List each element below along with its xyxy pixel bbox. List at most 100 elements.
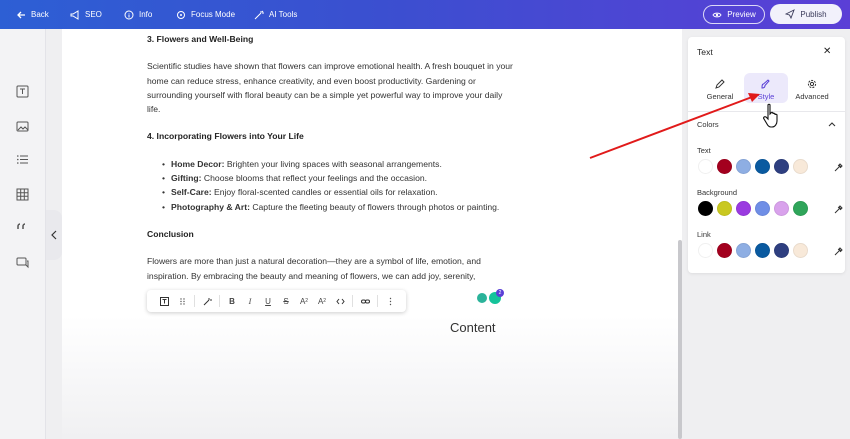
list-item: Home Decor: Brighten your living spaces …	[162, 157, 517, 172]
back-button[interactable]: Back	[16, 0, 49, 29]
ai-wand-icon[interactable]	[198, 292, 216, 310]
color-swatch[interactable]	[717, 159, 732, 174]
info-label: Info	[139, 10, 153, 19]
content-section-label: Content	[450, 320, 496, 335]
ai-tools-button[interactable]: AI Tools	[254, 0, 297, 29]
color-swatch[interactable]	[736, 159, 751, 174]
color-swatch[interactable]	[736, 243, 751, 258]
focus-mode-button[interactable]: Focus Mode	[176, 0, 235, 29]
color-swatch[interactable]	[774, 159, 789, 174]
color-swatch[interactable]	[736, 201, 751, 216]
magic-wand-icon	[254, 10, 264, 19]
list-item: Gifting: Choose blooms that reflect your…	[162, 171, 517, 186]
table-block-icon[interactable]	[14, 186, 31, 203]
divider	[219, 295, 220, 307]
background-color-swatches	[698, 201, 808, 216]
back-label: Back	[31, 10, 49, 19]
seo-button[interactable]: SEO	[70, 0, 102, 29]
subscript-icon[interactable]: A2	[313, 292, 331, 310]
panel-tabs: General Style Advanced	[688, 73, 845, 105]
more-options-icon[interactable]	[381, 292, 399, 310]
eyedropper-icon[interactable]	[834, 247, 843, 256]
hand-cursor-icon	[763, 103, 778, 128]
code-icon[interactable]	[331, 292, 349, 310]
color-swatch[interactable]	[755, 201, 770, 216]
tab-label: Style	[757, 92, 775, 101]
ai-tools-label: AI Tools	[269, 10, 298, 19]
document-content[interactable]: 3. Flowers and Well-Being Scientific stu…	[147, 32, 517, 296]
paragraph: Flowers are more than just a natural dec…	[147, 256, 481, 281]
preview-button[interactable]: Preview	[703, 5, 765, 24]
background-color-label: Background	[697, 188, 738, 197]
info-icon	[124, 10, 134, 19]
gear-icon	[807, 79, 817, 89]
chevron-left-icon	[51, 230, 57, 240]
grammarly-widget[interactable]: 2	[476, 289, 504, 305]
focus-mode-label: Focus Mode	[191, 10, 236, 19]
scrollbar[interactable]	[678, 240, 682, 439]
tab-label: Advanced	[795, 92, 829, 101]
italic-icon[interactable]: I	[241, 292, 259, 310]
brush-icon	[761, 79, 770, 89]
color-swatch[interactable]	[755, 243, 770, 258]
chevron-up-icon[interactable]	[828, 121, 836, 127]
color-swatch[interactable]	[774, 201, 789, 216]
publish-button[interactable]: Publish	[770, 4, 842, 24]
image-block-icon[interactable]	[14, 118, 31, 135]
list-item: Self-Care: Enjoy floral-scented candles …	[162, 185, 517, 200]
collapse-sidebar-button[interactable]	[46, 210, 62, 260]
top-toolbar: Back SEO Info Focus Mode AI Tools Previe…	[0, 0, 850, 29]
left-sidebar	[0, 29, 46, 439]
divider	[194, 295, 195, 307]
close-icon[interactable]: ✕	[823, 46, 831, 57]
format-toolbar: B I U S A2 A2	[147, 290, 406, 312]
info-button[interactable]: Info	[124, 0, 152, 29]
tab-style[interactable]: Style	[744, 73, 788, 103]
color-swatch[interactable]	[793, 243, 808, 258]
pencil-icon	[715, 79, 725, 89]
link-icon[interactable]	[356, 292, 374, 310]
section-heading: 4. Incorporating Flowers into Your Life	[147, 131, 304, 142]
color-swatch[interactable]	[717, 243, 732, 258]
color-swatch[interactable]	[698, 159, 713, 174]
eyedropper-icon[interactable]	[834, 205, 843, 214]
bold-icon[interactable]: B	[223, 292, 241, 310]
quote-block-icon[interactable]	[14, 219, 31, 236]
color-swatch[interactable]	[793, 159, 808, 174]
list-item: Photography & Art: Capture the fleeting …	[162, 200, 517, 215]
panel-title: Text	[697, 47, 713, 57]
tab-label: General	[706, 92, 734, 101]
list-block-icon[interactable]	[14, 151, 31, 168]
arrow-left-icon	[17, 11, 25, 18]
tab-general[interactable]: General	[698, 73, 742, 103]
underline-icon[interactable]: U	[259, 292, 277, 310]
text-block-icon[interactable]	[14, 83, 31, 100]
divider	[377, 295, 378, 307]
publish-label: Publish	[800, 9, 827, 19]
color-swatch[interactable]	[755, 159, 770, 174]
superscript-icon[interactable]: A2	[295, 292, 313, 310]
eyedropper-icon[interactable]	[834, 163, 843, 172]
paragraph: Scientific studies have shown that flowe…	[147, 61, 513, 115]
preview-label: Preview	[727, 10, 756, 19]
text-type-icon[interactable]	[155, 292, 173, 310]
link-color-label: Link	[697, 230, 711, 239]
seo-label: SEO	[85, 10, 102, 19]
text-settings-panel: Text ✕ General Style Advanced Colors Tex…	[688, 37, 845, 273]
tab-advanced[interactable]: Advanced	[790, 73, 834, 103]
color-swatch[interactable]	[774, 243, 789, 258]
strikethrough-icon[interactable]: S	[277, 292, 295, 310]
color-swatch[interactable]	[717, 201, 732, 216]
color-swatch[interactable]	[698, 201, 713, 216]
drag-handle-icon[interactable]	[173, 292, 191, 310]
bullet-list: Home Decor: Brighten your living spaces …	[162, 157, 517, 215]
comment-block-icon[interactable]	[14, 254, 31, 271]
color-swatch[interactable]	[698, 243, 713, 258]
eye-icon	[712, 12, 722, 17]
text-color-label: Text	[697, 146, 711, 155]
divider	[352, 295, 353, 307]
section-heading: 3. Flowers and Well-Being	[147, 34, 254, 44]
color-swatch[interactable]	[793, 201, 808, 216]
megaphone-icon	[70, 9, 79, 20]
focus-icon	[177, 10, 185, 19]
